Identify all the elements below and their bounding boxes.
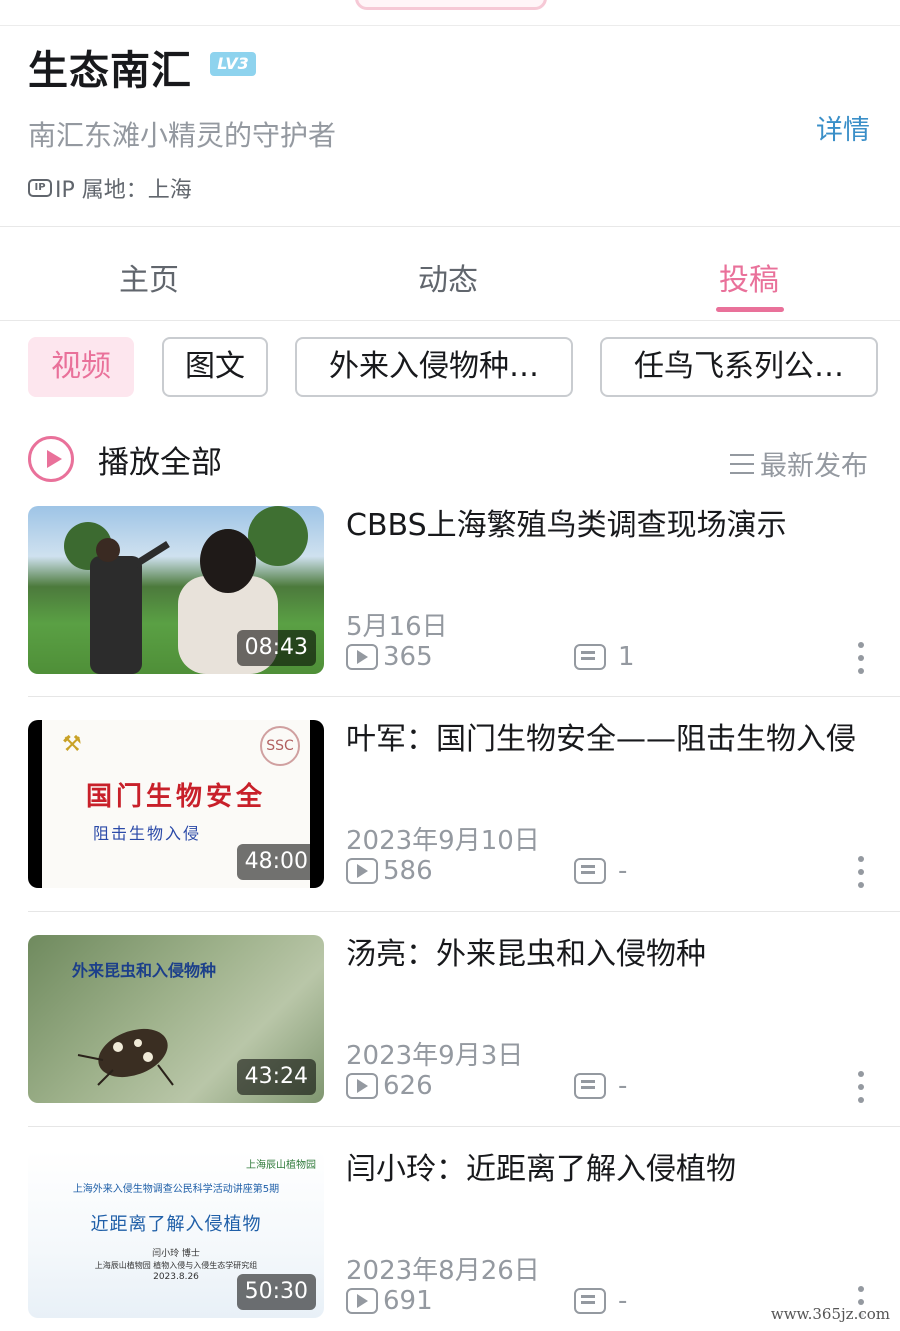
divider — [28, 911, 900, 912]
slide-title: 国门生物安全 — [85, 782, 266, 812]
filter-video[interactable]: 视频 — [28, 337, 134, 397]
top-handle — [355, 0, 547, 10]
play-all-button[interactable]: 播放全部 — [28, 436, 222, 482]
play-count-icon — [346, 1073, 378, 1099]
ip-location-label: IP 属地：上海 — [55, 178, 192, 203]
play-count-icon — [346, 644, 378, 670]
video-date: 2023年9月3日 — [346, 1041, 524, 1071]
play-count-icon — [346, 1288, 378, 1314]
video-comment-count: - — [574, 856, 627, 886]
more-options-icon[interactable] — [854, 1071, 868, 1103]
video-duration: 08:43 — [236, 630, 316, 666]
video-item[interactable]: 上海辰山植物园 上海外来入侵生物调查公民科学活动讲座第5期 近距离了解入侵植物 … — [28, 1150, 900, 1320]
video-item[interactable]: ⚒ SSC 国门生物安全 阻击生物入侵 48:00 叶军：国门生物安全——阻击生… — [28, 720, 900, 890]
profile-name: 生态南汇 — [28, 48, 192, 94]
filter-bird-series[interactable]: 任鸟飞系列公… — [600, 337, 878, 397]
sort-label: 最新发布 — [760, 451, 868, 482]
comment-count-value: - — [618, 856, 628, 886]
tab-submissions[interactable]: 投稿 — [719, 255, 779, 299]
level-badge: LV3 — [210, 52, 256, 76]
slide-subtitle: 阻击生物入侵 — [92, 824, 201, 843]
play-all-label: 播放全部 — [98, 444, 222, 481]
video-play-count: 586 — [346, 856, 433, 886]
comment-icon — [574, 858, 606, 884]
detail-link[interactable]: 详情 — [816, 108, 870, 147]
video-comment-count: - — [574, 1286, 627, 1316]
slide-org: 上海辰山植物园 植物入侵与入侵生态学研究组 — [94, 1261, 258, 1270]
comment-icon — [574, 1073, 606, 1099]
ip-location: IP IP 属地：上海 — [28, 172, 192, 204]
video-item[interactable]: 08:43 CBBS上海繁殖鸟类调查现场演示 5月16日 365 1 — [28, 506, 900, 676]
divider — [28, 1126, 900, 1127]
video-duration: 48:00 — [236, 844, 316, 880]
video-date: 5月16日 — [346, 612, 448, 642]
video-comment-count: - — [574, 1071, 627, 1101]
more-options-icon[interactable] — [854, 856, 868, 888]
slide-header: 上海外来入侵生物调查公民科学活动讲座第5期 — [72, 1184, 280, 1195]
watermark: www.365jz.com — [770, 1305, 890, 1323]
ip-icon: IP — [28, 179, 52, 197]
customs-emblem-icon: ⚒ — [62, 732, 82, 757]
divider — [0, 320, 900, 321]
society-logo-icon: SSC — [260, 726, 300, 766]
video-date: 2023年8月26日 — [346, 1256, 540, 1286]
video-title[interactable]: CBBS上海繁殖鸟类调查现场演示 — [346, 504, 866, 548]
filter-image-text[interactable]: 图文 — [162, 337, 268, 397]
sort-list-icon — [730, 453, 754, 474]
video-title[interactable]: 闫小玲：近距离了解入侵植物 — [346, 1148, 866, 1192]
slide-speaker: 闫小玲 博士 — [152, 1249, 200, 1259]
comment-icon — [574, 644, 606, 670]
tab-home[interactable]: 主页 — [119, 255, 179, 299]
comment-count-value: - — [618, 1071, 628, 1101]
play-count-value: 586 — [383, 856, 433, 886]
divider — [0, 25, 900, 26]
divider — [28, 696, 900, 697]
play-count-value: 365 — [383, 642, 433, 672]
video-comment-count: 1 — [574, 642, 635, 672]
filter-invasive-species[interactable]: 外来入侵物种… — [295, 337, 573, 397]
comment-count-value: 1 — [618, 642, 635, 672]
more-options-icon[interactable] — [854, 642, 868, 674]
video-play-count: 365 — [346, 642, 433, 672]
comment-count-value: - — [618, 1286, 628, 1316]
video-thumbnail[interactable]: 外来昆虫和入侵物种 43:24 — [28, 935, 324, 1103]
comment-icon — [574, 1288, 606, 1314]
video-title[interactable]: 叶军：国门生物安全——阻击生物入侵 — [346, 718, 866, 762]
sort-button[interactable]: 最新发布 — [730, 444, 868, 483]
video-item[interactable]: 外来昆虫和入侵物种 43:24 汤亮：外来昆虫和入侵物种 2023年9月3日 6… — [28, 935, 900, 1105]
video-duration: 43:24 — [236, 1059, 316, 1095]
active-tab-indicator — [716, 307, 784, 312]
video-thumbnail[interactable]: ⚒ SSC 国门生物安全 阻击生物入侵 48:00 — [28, 720, 324, 888]
video-duration: 50:30 — [236, 1274, 316, 1310]
profile-tabs: 主页 动态 投稿 — [0, 227, 900, 321]
video-play-count: 626 — [346, 1071, 433, 1101]
slide-logo: 上海辰山植物园 — [246, 1160, 316, 1171]
slide-title: 近距离了解入侵植物 — [90, 1214, 262, 1235]
video-title[interactable]: 汤亮：外来昆虫和入侵物种 — [346, 933, 866, 977]
tab-dynamics[interactable]: 动态 — [418, 255, 478, 299]
profile-signature: 南汇东滩小精灵的守护者 — [28, 119, 337, 152]
play-count-value: 626 — [383, 1071, 433, 1101]
video-play-count: 691 — [346, 1286, 433, 1316]
video-thumbnail[interactable]: 08:43 — [28, 506, 324, 674]
video-thumbnail[interactable]: 上海辰山植物园 上海外来入侵生物调查公民科学活动讲座第5期 近距离了解入侵植物 … — [28, 1150, 324, 1318]
video-date: 2023年9月10日 — [346, 826, 540, 856]
play-count-value: 691 — [383, 1286, 433, 1316]
play-circle-icon — [28, 436, 74, 482]
play-count-icon — [346, 858, 378, 884]
